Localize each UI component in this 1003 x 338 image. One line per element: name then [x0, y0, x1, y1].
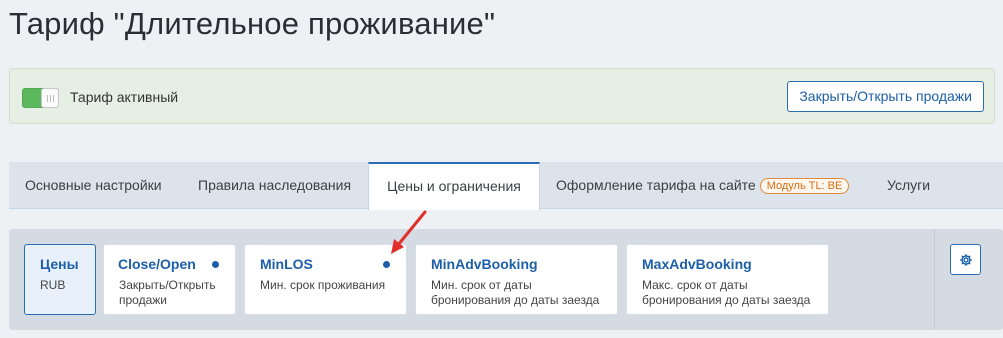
gear-icon — [959, 253, 972, 266]
card-minadvbooking-subtitle-line2: бронирования до даты заезда — [431, 293, 600, 307]
card-maxadvbooking-subtitle: Макс. срок от даты бронирования до даты … — [642, 278, 810, 308]
card-close-open-indicator-dot — [212, 261, 219, 268]
settings-button[interactable] — [950, 244, 981, 275]
card-prices-title: Цены — [40, 256, 79, 272]
close-open-sales-button[interactable]: Закрыть/Открыть продажи — [787, 81, 984, 112]
card-minlos-indicator-dot — [383, 261, 390, 268]
card-maxadvbooking[interactable]: MaxAdvBooking Макс. срок от даты брониро… — [626, 244, 829, 315]
card-minadvbooking-title: MinAdvBooking — [431, 256, 538, 272]
card-minadvbooking-subtitle-line1: Мин. срок от даты — [431, 278, 532, 292]
tab-site-design-label: Оформление тарифа на сайте — [556, 177, 756, 193]
module-badge: Модуль TL: BE — [759, 178, 850, 194]
card-close-open-subtitle: Закрыть/Открыть продажи — [119, 278, 216, 308]
card-minlos-title: MinLOS — [260, 256, 313, 272]
panel-divider — [934, 229, 935, 330]
tab-prices-restrictions[interactable]: Цены и ограничения — [368, 162, 540, 210]
tab-site-design[interactable]: Оформление тарифа на сайте Модуль TL: BE — [556, 162, 850, 208]
toggle-knob[interactable] — [41, 88, 59, 108]
card-close-open-subtitle-line1: Закрыть/Открыть — [119, 278, 216, 292]
tab-inheritance-rules[interactable]: Правила наследования — [198, 162, 351, 208]
card-close-open[interactable]: Close/Open Закрыть/Открыть продажи — [103, 244, 236, 315]
card-prices[interactable]: Цены RUB — [24, 244, 96, 315]
restrictions-panel: Цены RUB Close/Open Закрыть/Открыть прод… — [9, 229, 1003, 330]
tab-services[interactable]: Услуги — [887, 162, 930, 208]
tariff-tabs: Основные настройки Правила наследования … — [9, 162, 1003, 210]
tariff-active-toggle[interactable] — [22, 88, 59, 108]
card-prices-currency: RUB — [40, 278, 66, 292]
tariff-active-label: Тариф активный — [70, 89, 179, 105]
tab-basic-settings[interactable]: Основные настройки — [25, 162, 162, 208]
card-minlos-subtitle: Мин. срок проживания — [260, 278, 386, 292]
tariff-status-panel: Тариф активный Закрыть/Открыть продажи — [9, 68, 995, 124]
card-minadvbooking-subtitle: Мин. срок от даты бронирования до даты з… — [431, 278, 599, 308]
card-close-open-subtitle-line2: продажи — [119, 293, 167, 307]
card-maxadvbooking-subtitle-line2: бронирования до даты заезда — [642, 293, 811, 307]
card-maxadvbooking-subtitle-line1: Макс. срок от даты — [642, 278, 748, 292]
card-minlos[interactable]: MinLOS Мин. срок проживания — [244, 244, 407, 315]
card-minadvbooking[interactable]: MinAdvBooking Мин. срок от даты брониров… — [415, 244, 618, 315]
card-maxadvbooking-title: MaxAdvBooking — [642, 256, 752, 272]
page-title: Тариф "Длительное проживание" — [9, 6, 496, 41]
card-close-open-title: Close/Open — [118, 256, 196, 272]
